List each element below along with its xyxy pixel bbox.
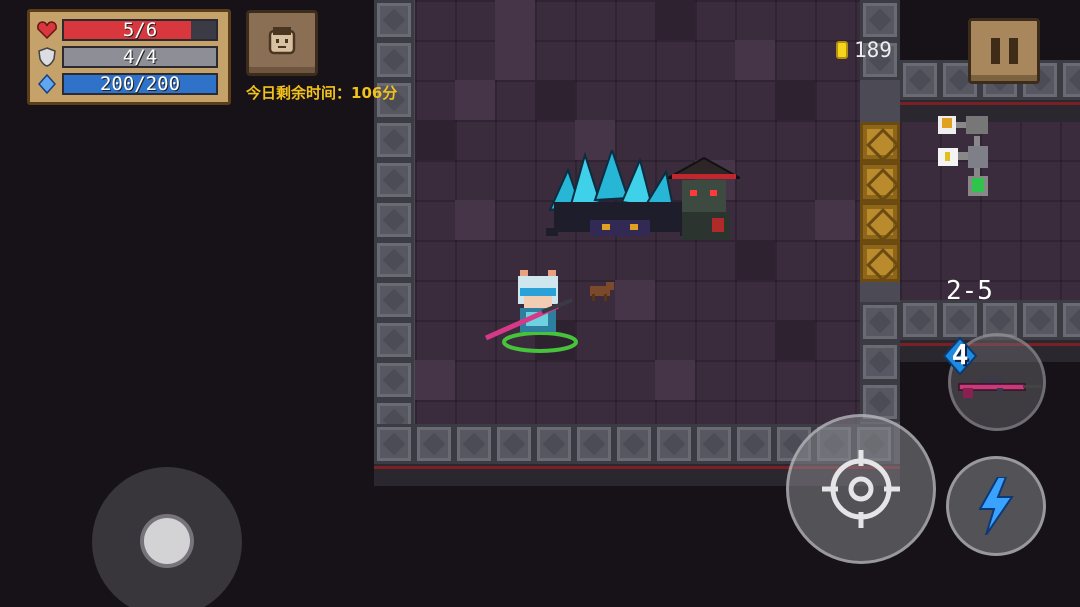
health-row: 5/6 <box>36 16 222 43</box>
player-knight-character <box>484 270 578 353</box>
diamond-icon <box>36 73 58 95</box>
player-stats-panel: 5/6 4/4 200/200 <box>27 9 231 105</box>
weapon-energy-cost-text: 4 <box>951 338 969 371</box>
attack-button[interactable] <box>786 414 936 564</box>
minimap[interactable] <box>934 110 1004 200</box>
health-bar: 5/6 <box>62 18 218 41</box>
movement-joystick[interactable] <box>92 467 242 607</box>
pet-companion <box>590 282 614 301</box>
crosshair-icon <box>822 450 900 528</box>
coin-count: 189 <box>854 38 892 62</box>
right-wall-lower <box>860 302 900 422</box>
crate-gate <box>860 122 900 302</box>
energy-row: 200/200 <box>36 70 222 97</box>
lightning-icon <box>978 477 1014 535</box>
heart-icon <box>36 19 58 41</box>
weapon-energy-cost: 4 <box>940 336 980 376</box>
daily-time-remaining: 今日剩余时间：106分 <box>246 84 398 102</box>
straw-hat-goblin-enemy <box>668 156 740 240</box>
face-icon <box>265 25 299 61</box>
energy-bar: 200/200 <box>62 72 218 95</box>
shield-icon <box>36 46 58 68</box>
energy-text: 200/200 <box>99 72 181 95</box>
left-wall <box>374 0 414 440</box>
level-indicator: 2-5 <box>946 276 993 306</box>
pause-icon <box>990 38 1000 64</box>
health-text: 5/6 <box>122 18 158 41</box>
armor-text: 4/4 <box>122 45 158 68</box>
armor-row: 4/4 <box>36 43 222 70</box>
armor-bar: 4/4 <box>62 45 218 68</box>
joystick-knob[interactable] <box>144 518 190 564</box>
avatar-button[interactable] <box>246 10 318 76</box>
coin-icon <box>836 41 848 59</box>
pause-button[interactable] <box>968 18 1040 84</box>
coin-counter: 189 <box>836 38 892 62</box>
skill-button[interactable] <box>946 456 1046 556</box>
